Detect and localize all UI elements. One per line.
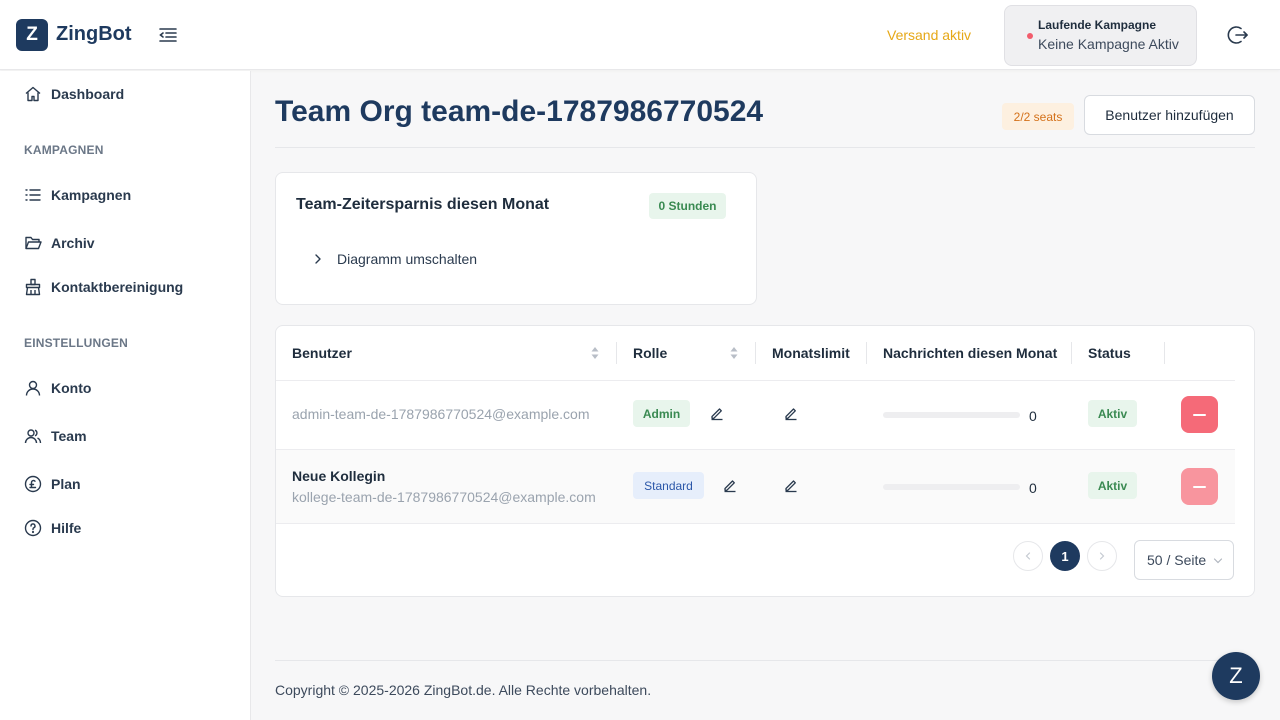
user-icon [25, 380, 41, 396]
page-size-value: 50 / Seite [1147, 552, 1207, 568]
folder-open-icon [25, 236, 42, 250]
status-badge: Aktiv [1088, 400, 1137, 427]
sidebar-item-label: Hilfe [51, 520, 82, 536]
sidebar-item-label: Plan [51, 476, 81, 492]
section-title-campaigns: KAMPAGNEN [24, 143, 104, 157]
page-button-current[interactable]: 1 [1050, 541, 1080, 571]
sidebar-item-contact-cleanup[interactable]: Kontaktbereinigung [0, 269, 250, 305]
sidebar-item-team[interactable]: Team [0, 418, 250, 454]
messages-count: 0 [1029, 408, 1037, 424]
messages-count: 0 [1029, 480, 1037, 496]
pound-icon [24, 475, 42, 493]
footer-divider [275, 660, 1255, 661]
sidebar-item-label: Dashboard [51, 86, 125, 102]
user-name: Neue Kollegin [292, 468, 386, 484]
edit-role-icon[interactable] [709, 405, 725, 421]
sort-icon[interactable] [729, 345, 739, 361]
column-separator [866, 342, 867, 364]
column-header-monthly-limit: Monatslimit [772, 345, 850, 361]
home-icon [25, 86, 41, 102]
column-header-status: Status [1088, 345, 1131, 361]
cleanup-icon [25, 278, 41, 296]
add-user-button[interactable]: Benutzer hinzufügen [1084, 95, 1255, 135]
title-divider [275, 147, 1255, 148]
edit-limit-icon[interactable] [783, 477, 799, 493]
sidebar-item-label: Kontaktbereinigung [51, 279, 184, 295]
sidebar-item-dashboard[interactable]: Dashboard [0, 76, 250, 112]
section-title-settings: EINSTELLUNGEN [24, 336, 128, 350]
sidebar-item-campaigns[interactable]: Kampagnen [0, 177, 250, 213]
chat-launcher-button[interactable]: Z [1212, 652, 1260, 700]
campaign-value: Keine Kampagne Aktiv [1038, 36, 1179, 52]
sidebar: Dashboard KAMPAGNEN Kampagnen Archiv Kon… [0, 71, 251, 720]
page-title: Team Org team-de-1787986770524 [275, 95, 764, 128]
sidebar-item-label: Konto [51, 380, 92, 396]
edit-role-icon[interactable] [722, 477, 738, 493]
hours-badge: 0 Stunden [649, 193, 726, 219]
app-name: ZingBot [56, 23, 132, 45]
chevron-right-icon [315, 254, 321, 264]
messages-progress [883, 484, 1020, 490]
chart-toggle-label: Diagramm umschalten [337, 251, 478, 267]
status-badge: Aktiv [1088, 472, 1137, 499]
logout-icon[interactable] [1226, 23, 1250, 47]
user-email: kollege-team-de-1787986770524@example.co… [292, 489, 596, 505]
role-badge-standard: Standard [633, 472, 704, 499]
column-separator [1164, 342, 1165, 364]
footer-copyright: Copyright © 2025-2026 ZingBot.de. Alle R… [275, 682, 652, 698]
team-icon [24, 429, 42, 444]
time-savings-title: Team-Zeitersparnis diesen Monat [296, 196, 550, 213]
row-divider [276, 523, 1235, 524]
seats-badge: 2/2 seats [1002, 103, 1074, 130]
minus-icon [1193, 485, 1206, 488]
column-header-user: Benutzer [292, 345, 352, 361]
list-icon [25, 189, 41, 201]
column-separator [616, 342, 617, 364]
chart-toggle[interactable]: Diagramm umschalten [312, 251, 477, 267]
time-savings-card: Team-Zeitersparnis diesen Monat 0 Stunde… [275, 172, 757, 305]
chevron-down-icon [1213, 558, 1223, 564]
column-separator [755, 342, 756, 364]
user-email: admin-team-de-1787986770524@example.com [292, 406, 590, 422]
sidebar-item-archive[interactable]: Archiv [0, 225, 250, 261]
top-header: Z ZingBot Versand aktiv Laufende Kampagn… [0, 0, 1280, 70]
chevron-left-icon [1025, 552, 1031, 560]
help-icon [24, 519, 42, 537]
sidebar-item-label: Kampagnen [51, 187, 132, 203]
role-badge-admin: Admin [633, 400, 690, 427]
column-header-role: Rolle [633, 345, 668, 361]
remove-user-button[interactable] [1181, 396, 1218, 433]
remove-user-button[interactable] [1181, 468, 1218, 505]
column-separator [1071, 342, 1072, 364]
minus-icon [1193, 413, 1206, 416]
collapse-menu-icon[interactable] [157, 24, 179, 46]
sidebar-item-account[interactable]: Konto [0, 370, 250, 406]
column-header-messages: Nachrichten diesen Monat [883, 345, 1058, 361]
sidebar-item-plan[interactable]: Plan [0, 466, 250, 502]
sidebar-item-help[interactable]: Hilfe [0, 510, 250, 546]
row-divider [276, 380, 1235, 381]
running-campaign-panel[interactable]: Laufende Kampagne Keine Kampagne Aktiv [1004, 5, 1197, 66]
prev-page-button[interactable] [1013, 541, 1043, 571]
logo-icon: Z [16, 19, 48, 51]
messages-progress [883, 412, 1020, 418]
sidebar-item-label: Archiv [51, 235, 95, 251]
users-table: Benutzer Rolle Monatslimit Nachrichten d… [275, 325, 1255, 597]
campaign-label: Laufende Kampagne [1038, 18, 1157, 32]
page-size-select[interactable]: 50 / Seite [1134, 540, 1234, 580]
chevron-right-icon [1099, 552, 1105, 560]
sort-icon[interactable] [590, 345, 600, 361]
campaign-status-dot [1027, 33, 1033, 39]
sidebar-item-label: Team [51, 428, 87, 444]
next-page-button[interactable] [1087, 541, 1117, 571]
sending-status: Versand aktiv [887, 27, 972, 43]
edit-limit-icon[interactable] [783, 405, 799, 421]
